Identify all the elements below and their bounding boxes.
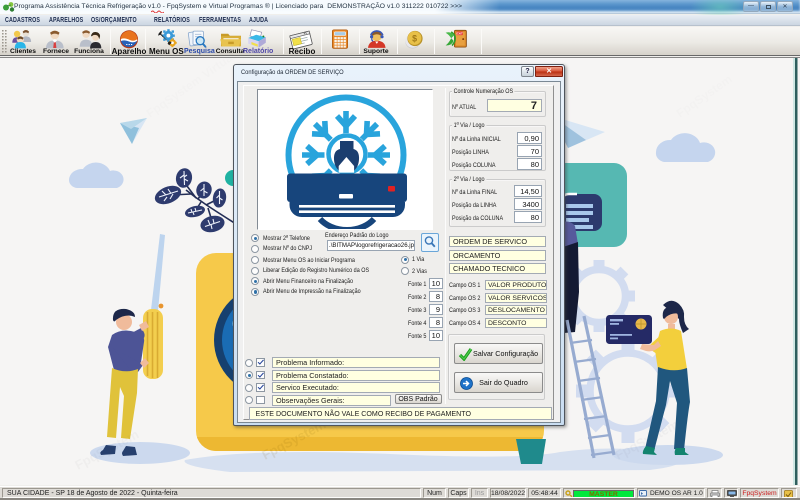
svg-text:EXIT: EXIT — [456, 31, 463, 35]
svg-text:FpqSystem: FpqSystem — [674, 72, 735, 121]
svg-text:$: $ — [412, 33, 417, 43]
svg-text:FpqSystem Virtual: FpqSystem Virtual — [144, 58, 238, 120]
